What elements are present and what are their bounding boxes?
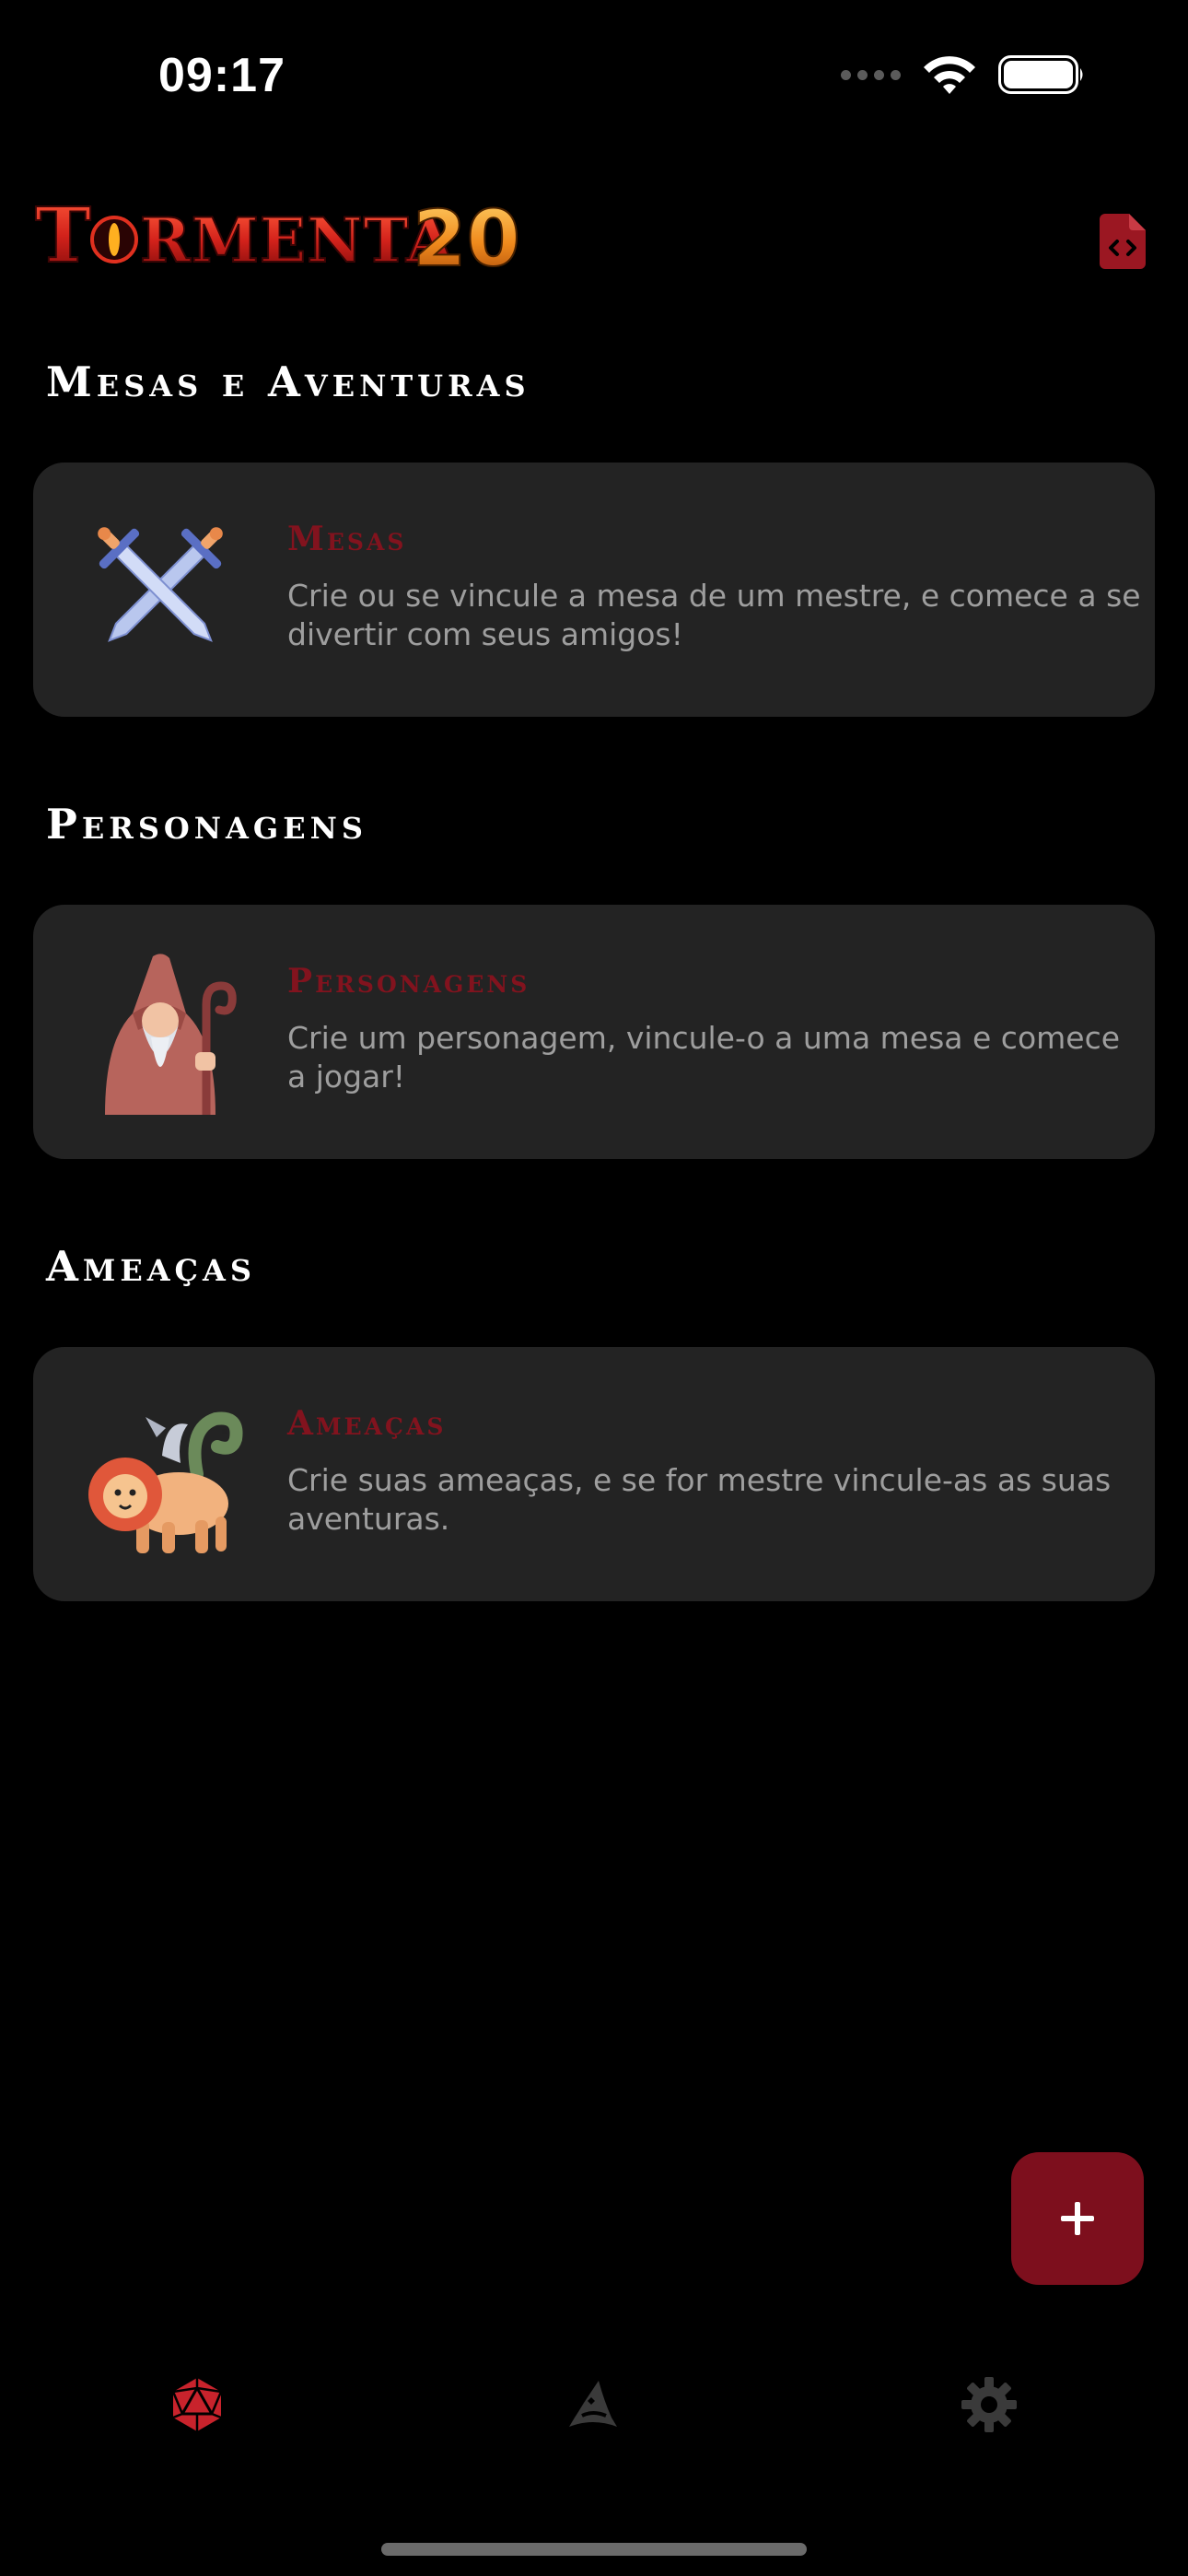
logo-t-glyph: T [35,192,91,280]
nav-settings-gear-icon[interactable] [960,2375,1019,2434]
add-button[interactable] [1011,2152,1144,2285]
nav-home-d20-dice-icon[interactable] [168,2375,227,2434]
app-screen: 09:17 T RMENTA 20 Mesas e Aventuras Mesa… [0,0,1188,2576]
card-description: Crie um personagem, vincule-o a uma mesa… [287,1020,1121,1095]
nav-characters-wizard-hat-icon[interactable] [564,2375,623,2434]
card-title: Personagens [287,962,530,1001]
svg-text:RMENTA: RMENTA [140,205,454,276]
ameacas-card[interactable]: Ameaças Crie suas ameaças, e se for mest… [33,1347,1155,1601]
section-title-ameacas: Ameaças [46,1242,256,1291]
svg-text:20: 20 [413,193,520,284]
personagens-card[interactable]: Personagens Crie um personagem, vincule-… [33,905,1155,1159]
code-file-icon[interactable] [1100,214,1146,269]
wizard-icon [105,954,237,1115]
section-title-mesas-aventuras: Mesas e Aventuras [46,357,530,406]
card-title: Mesas [287,520,407,558]
chimera-icon [88,1411,243,1553]
home-indicator[interactable] [381,2543,807,2556]
signal-dots-icon [841,69,901,80]
crossed-swords-icon [98,527,223,642]
card-description: Crie suas ameaças, e se for mestre vincu… [287,1462,1112,1537]
status-time: 09:17 [158,49,285,102]
mesas-card[interactable]: Mesas Crie ou se vincule a mesa de um me… [33,463,1155,717]
card-description: Crie ou se vincule a mesa de um mestre, … [287,578,1141,652]
section-title-personagens: Personagens [46,800,367,849]
card-title: Ameaças [287,1404,447,1443]
battery-icon [998,55,1083,94]
status-icons [841,53,1085,96]
tormenta20-logo: T RMENTA 20 [34,191,521,285]
wifi-icon [924,56,975,94]
plus-icon [1061,2202,1094,2235]
